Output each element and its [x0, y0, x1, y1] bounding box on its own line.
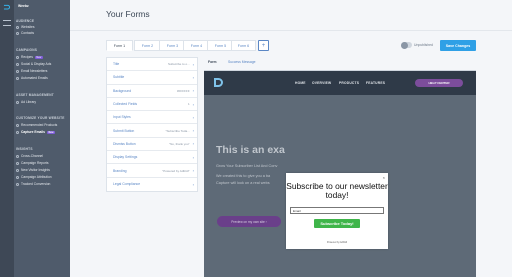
hero-title: This is an exa [216, 144, 285, 156]
help-center-button: HELP CENTER [415, 79, 463, 87]
new-badge: New [34, 55, 43, 59]
section-heading-campaigns: CAMPAIGNS [16, 48, 38, 52]
new-badge: New [47, 130, 55, 134]
email-capture-popup: × Subscribe to our newsletter today! Ema… [286, 173, 388, 249]
publish-status: Unpublished [414, 43, 433, 47]
sidebar-item-capture-emails[interactable]: Capture Emails New [16, 130, 55, 134]
tab-form-2[interactable]: Form 2 [134, 40, 161, 51]
sidebar-item-email-newsletters[interactable]: Email Newsletters [16, 69, 47, 73]
attribution-icon [16, 175, 19, 179]
nav-features: FEATURES [366, 81, 386, 85]
capture-icon [16, 130, 19, 134]
sidebar-item-tracked-conversion[interactable]: Tracked Conversion [16, 182, 50, 186]
sidebar-item-campaign-attribution[interactable]: Campaign Attribution [16, 175, 52, 179]
sidebar-item-new-visitor-insights[interactable]: New Visitor Insights [16, 168, 50, 172]
site-logo-icon [214, 78, 223, 87]
setting-row-input-styles[interactable]: Input Styles › [107, 111, 197, 125]
ads-icon [16, 62, 19, 66]
chevron-right-icon: › [192, 168, 194, 174]
setting-row-display-settings[interactable]: Display Settings › [107, 151, 197, 165]
setting-row-dismiss-button[interactable]: Dismiss Button "No, thank you" › [107, 138, 197, 152]
user-name[interactable]: Weebz [18, 4, 29, 8]
chevron-right-icon: › [192, 101, 194, 107]
library-icon [16, 100, 19, 104]
globe-icon [16, 25, 19, 29]
sidebar-item-ad-library[interactable]: Ad Library [16, 100, 36, 104]
powered-by-label: Powered by AdRoll [326, 241, 348, 244]
tab-form-6[interactable]: Form 6 [231, 40, 256, 51]
header-divider [70, 30, 512, 31]
form-settings-list: Title Subscribe to o... › Subtitle › Backgr… [106, 57, 198, 192]
cross-channel-icon [16, 154, 19, 158]
chevron-right-icon: › [192, 154, 194, 160]
setting-row-background[interactable]: Background #FFFFFF › [107, 85, 197, 98]
preview-on-site-button[interactable]: Preview on my own site › [217, 216, 281, 227]
section-heading-customize: CUSTOMIZE YOUR WEBSITE [16, 116, 65, 120]
add-form-button[interactable]: + [258, 40, 269, 51]
tab-form-4[interactable]: Form 4 [183, 40, 210, 51]
setting-row-title[interactable]: Title Subscribe to o... › [107, 58, 197, 72]
email-field[interactable]: Email [290, 207, 384, 214]
close-icon[interactable]: × [383, 175, 385, 180]
sidebar-item-recipes[interactable]: Recipes New [16, 55, 43, 59]
preview-tab-success-message[interactable]: Success Message [228, 60, 256, 64]
setting-row-branding[interactable]: Branding "Powered by AdRoll" › [107, 164, 197, 178]
setting-row-legal-compliance[interactable]: Legal Compliance › [107, 178, 197, 191]
sidebar-item-contacts[interactable]: Contacts [16, 31, 34, 35]
sidebar-item-automated-emails[interactable]: Automated Emails [16, 76, 48, 80]
chevron-right-icon: › [192, 128, 194, 134]
setting-row-subtitle[interactable]: Subtitle › [107, 71, 197, 85]
sidebar-item-social-display-ads[interactable]: Social & Display Ads [16, 62, 51, 66]
adroll-logo-icon[interactable]: ⊃ [2, 3, 12, 12]
nav-home: HOME [295, 81, 306, 85]
setting-row-collected-fields[interactable]: Collected Fields 1 › [107, 98, 197, 112]
section-heading-insights: INSIGHTS [16, 147, 33, 151]
publish-toggle[interactable] [401, 41, 412, 49]
tab-form-3[interactable]: Form 3 [159, 40, 186, 51]
visitor-icon [16, 168, 19, 172]
icon-rail: ⊃ [0, 0, 14, 277]
page-title: Your Forms [106, 9, 150, 19]
sidebar: ⊃ Weebz AUDIENCE Websites Contacts CAMPA… [0, 0, 70, 277]
menu-icon[interactable] [3, 20, 11, 26]
chevron-right-icon: › [192, 141, 194, 147]
sidebar-item-websites[interactable]: Websites [16, 25, 35, 29]
hero-subtitle: Grow Your Subscriber List And Conv [216, 164, 278, 168]
subscribe-button[interactable]: Subscribe Today! [314, 219, 360, 228]
chevron-right-icon: › [192, 181, 194, 187]
section-heading-asset-management: ASSET MANAGEMENT [16, 93, 54, 97]
nav-products: PRODUCTS [339, 81, 360, 85]
chevron-right-icon: › [192, 114, 194, 120]
reports-icon [16, 161, 19, 165]
sidebar-item-recommended-products[interactable]: Recommended Products [16, 123, 57, 127]
popup-title: Subscribe to our newsletter today! [286, 181, 388, 201]
contacts-icon [16, 31, 19, 35]
nav-overview: OVERVIEW [312, 81, 332, 85]
tab-form-1[interactable]: Form 1 [106, 40, 133, 51]
recipes-icon [16, 55, 19, 59]
tab-form-5[interactable]: Form 5 [207, 40, 234, 51]
newsletter-icon [16, 69, 19, 73]
sidebar-item-campaign-reports[interactable]: Campaign Reports [16, 161, 49, 165]
section-heading-audience: AUDIENCE [16, 19, 35, 23]
sidebar-item-cross-channel[interactable]: Cross-Channel [16, 154, 43, 158]
form-preview: HOME OVERVIEW PRODUCTS FEATURES HELP CEN… [204, 70, 476, 277]
setting-row-submit-button[interactable]: Submit Button "Subscribe Toda... › [107, 124, 197, 138]
preview-site-nav: HOME OVERVIEW PRODUCTS FEATURES HELP CEN… [204, 71, 476, 95]
automated-email-icon [16, 76, 19, 80]
preview-tab-form[interactable]: Form [208, 60, 216, 64]
conversion-icon [16, 182, 19, 186]
hero-text-line-2: Capture will look on a real webs [216, 181, 270, 185]
chevron-right-icon: › [192, 74, 194, 80]
chevron-right-icon: › [192, 61, 194, 67]
hero-text-line-1: We created this to give you a ba [216, 174, 271, 178]
save-changes-button[interactable]: Save Changes [440, 40, 476, 51]
products-icon [16, 123, 19, 127]
chevron-right-icon: › [192, 88, 194, 94]
